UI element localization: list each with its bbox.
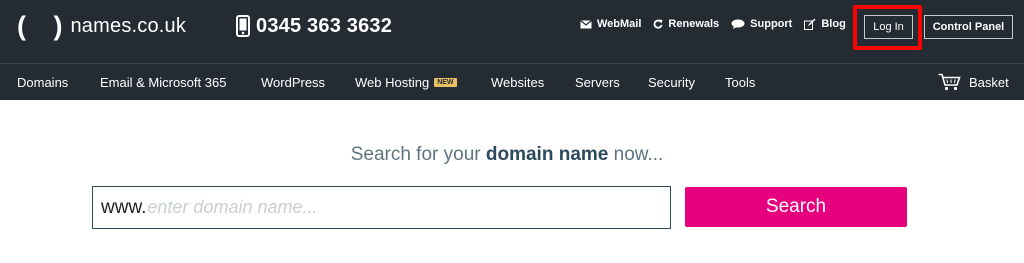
nav-item-servers[interactable]: Servers (575, 64, 620, 100)
domain-search-box: www. (92, 186, 671, 229)
basket-icon (938, 73, 961, 91)
top-header: ( ) names.co.uk 0345 363 3632 WebMail Re… (0, 0, 1024, 64)
basket-link[interactable]: Basket (938, 64, 1009, 100)
nav-item-security[interactable]: Security (648, 64, 695, 100)
pencil-icon (804, 18, 816, 30)
phone-contact[interactable]: 0345 363 3632 (236, 11, 392, 41)
search-heading-pre: Search for your (350, 144, 486, 165)
nav-item-web-hosting-label: Web Hosting (355, 74, 430, 90)
envelope-icon (580, 19, 592, 28)
nav-item-email[interactable]: Email & Microsoft 365 (100, 64, 226, 100)
www-prefix: www. (101, 196, 147, 218)
logo-text: names.co.uk (70, 14, 187, 37)
support-link[interactable]: Support (731, 18, 792, 30)
login-button[interactable]: Log In (864, 15, 913, 39)
domain-search-input[interactable] (147, 189, 648, 226)
phone-number: 0345 363 3632 (256, 14, 393, 37)
webmail-label: WebMail (597, 18, 642, 30)
logo[interactable]: ( ) names.co.uk (17, 11, 186, 41)
renewals-label: Renewals (668, 18, 720, 30)
support-label: Support (750, 18, 793, 30)
nav-item-wordpress[interactable]: WordPress (261, 64, 325, 100)
refresh-icon (654, 19, 663, 29)
main-nav: Domains Email & Microsoft 365 WordPress … (0, 64, 1024, 100)
search-button[interactable]: Search (685, 187, 907, 227)
top-links: WebMail Renewals Support Blog (580, 15, 858, 33)
webmail-link[interactable]: WebMail (580, 18, 641, 30)
renewals-link[interactable]: Renewals (653, 18, 719, 30)
new-badge: NEW (434, 77, 457, 87)
search-heading-post: now... (608, 144, 664, 165)
nav-item-websites[interactable]: Websites (491, 64, 544, 100)
blog-link[interactable]: Blog (804, 18, 846, 30)
search-heading-bold: domain name (485, 144, 609, 165)
blog-label: Blog (821, 18, 846, 30)
search-heading: Search for your domain name now... (0, 144, 1014, 166)
control-panel-button[interactable]: Control Panel (924, 15, 1013, 39)
logo-brackets: ( ) (17, 10, 73, 41)
phone-icon (236, 15, 250, 37)
basket-label: Basket (969, 74, 1009, 90)
nav-item-domains[interactable]: Domains (17, 64, 68, 100)
nav-item-web-hosting[interactable]: Web Hosting NEW (355, 64, 457, 100)
chat-icon (731, 19, 745, 29)
nav-item-tools[interactable]: Tools (725, 64, 755, 100)
